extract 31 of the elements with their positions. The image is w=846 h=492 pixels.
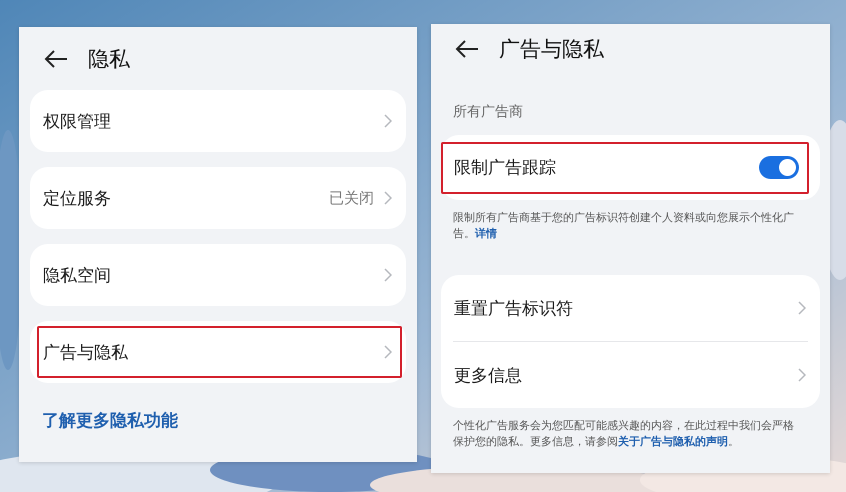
statement-link[interactable]: 关于广告与隐私的声明 bbox=[618, 435, 728, 448]
item-label: 隐私空间 bbox=[43, 264, 112, 286]
settings-item[interactable]: 更多信息 bbox=[441, 342, 820, 408]
item-label: 定位服务 bbox=[43, 188, 112, 210]
footer-text: 个性化广告服务会为您匹配可能感兴趣的内容，在此过程中我们会严格保护您的隐私。更多信息，请参阅关于广告与隐私的声明。 bbox=[452, 418, 795, 450]
item-value: 已关闭 bbox=[329, 188, 374, 208]
screen-title: 广告与隐私 bbox=[499, 36, 604, 63]
settings-item[interactable]: 定位服务 已关闭 bbox=[30, 167, 406, 229]
item-label: 重置广告标识符 bbox=[454, 298, 574, 320]
settings-item[interactable]: 重置广告标识符 bbox=[441, 275, 820, 341]
section-label: 所有广告商 bbox=[452, 103, 524, 122]
settings-item[interactable]: 广告与隐私 bbox=[30, 321, 406, 383]
settings-item[interactable]: 权限管理 bbox=[30, 90, 406, 152]
chevron-icon bbox=[384, 191, 392, 205]
description-text: 限制所有广告商基于您的广告标识符创建个人资料或向您展示个性化广告。详情 bbox=[452, 210, 795, 242]
screen-title: 隐私 bbox=[88, 46, 130, 72]
chevron-icon bbox=[384, 268, 392, 282]
item-label: 限制广告跟踪 bbox=[454, 157, 557, 179]
learn-more-link[interactable]: 了解更多隐私功能 bbox=[42, 411, 178, 431]
item-label: 更多信息 bbox=[454, 364, 523, 386]
chevron-icon bbox=[384, 345, 392, 359]
settings-item[interactable]: 隐私空间 bbox=[30, 244, 406, 306]
item-label: 权限管理 bbox=[43, 110, 112, 132]
back-arrow-icon[interactable] bbox=[455, 40, 479, 58]
back-arrow-icon[interactable] bbox=[44, 50, 68, 68]
details-link[interactable]: 详情 bbox=[475, 227, 497, 240]
chevron-icon bbox=[384, 114, 392, 128]
item-label: 广告与隐私 bbox=[43, 342, 129, 364]
toggle-switch[interactable] bbox=[759, 156, 799, 179]
chevron-icon bbox=[798, 368, 806, 382]
chevron-icon bbox=[798, 301, 806, 315]
